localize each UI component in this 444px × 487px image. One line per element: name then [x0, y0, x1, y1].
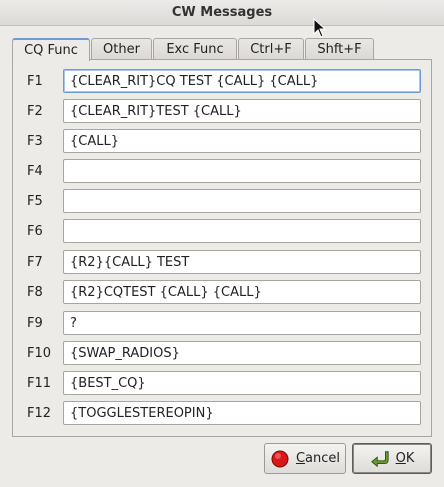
ok-label: OK: [395, 451, 415, 466]
message-row-f4: F4: [13, 159, 431, 183]
key-label-f5: F5: [27, 193, 43, 209]
key-label-f7: F7: [27, 254, 43, 270]
key-label-f10: F10: [27, 345, 52, 361]
ok-button[interactable]: OK: [352, 443, 432, 474]
message-row-f3: F3 {CALL}: [13, 129, 431, 153]
key-label-f1: F1: [27, 73, 43, 89]
message-row-f12: F12 {TOGGLESTEREOPIN}: [13, 401, 431, 425]
cw-messages-window: CW Messages CQ Func Other Exc Func Ctrl+…: [0, 0, 444, 487]
message-row-f7: F7 {R2}{CALL} TEST: [13, 250, 431, 274]
message-row-f9: F9 ?: [13, 311, 431, 335]
tab-exc-func[interactable]: Exc Func: [153, 38, 237, 60]
tab-shft-f[interactable]: Shft+F: [305, 38, 374, 60]
message-input-f8[interactable]: {R2}CQTEST {CALL} {CALL}: [63, 280, 421, 304]
message-input-f2[interactable]: {CLEAR_RIT}TEST {CALL}: [63, 99, 421, 123]
key-label-f12: F12: [27, 405, 52, 421]
message-input-f7[interactable]: {R2}{CALL} TEST: [63, 250, 421, 274]
message-input-f1[interactable]: {CLEAR_RIT}CQ TEST {CALL} {CALL}: [63, 69, 421, 93]
message-input-f5[interactable]: [63, 189, 421, 213]
message-row-f2: F2 {CLEAR_RIT}TEST {CALL}: [13, 99, 431, 123]
key-label-f11: F11: [27, 375, 52, 391]
tab-cq-func[interactable]: CQ Func: [12, 38, 90, 61]
message-row-f10: F10 {SWAP_RADIOS}: [13, 341, 431, 365]
message-input-f3[interactable]: {CALL}: [63, 129, 421, 153]
tab-other[interactable]: Other: [91, 38, 152, 60]
message-input-f4[interactable]: [63, 159, 421, 183]
message-row-f8: F8 {R2}CQTEST {CALL} {CALL}: [13, 280, 431, 304]
window-title: CW Messages: [171, 5, 273, 20]
key-label-f6: F6: [27, 223, 43, 239]
tab-bar: CQ Func Other Exc Func Ctrl+F Shft+F: [12, 38, 375, 61]
stop-icon: [270, 449, 290, 469]
cancel-label: Cancel: [295, 451, 341, 466]
message-input-f10[interactable]: {SWAP_RADIOS}: [63, 341, 421, 365]
return-arrow-icon: [370, 449, 390, 469]
key-label-f2: F2: [27, 103, 43, 119]
message-row-f6: F6: [13, 219, 431, 243]
cq-func-panel: F1 {CLEAR_RIT}CQ TEST {CALL} {CALL} F2 {…: [12, 59, 432, 437]
key-label-f4: F4: [27, 163, 43, 179]
message-input-f11[interactable]: {BEST_CQ}: [63, 371, 421, 395]
mouse-cursor-icon: [313, 18, 327, 38]
message-row-f5: F5: [13, 189, 431, 213]
message-input-f12[interactable]: {TOGGLESTEREOPIN}: [63, 401, 421, 425]
message-row-f1: F1 {CLEAR_RIT}CQ TEST {CALL} {CALL}: [13, 69, 431, 93]
message-row-f11: F11 {BEST_CQ}: [13, 371, 431, 395]
tab-ctrl-f[interactable]: Ctrl+F: [238, 38, 304, 60]
title-bar[interactable]: CW Messages: [0, 0, 444, 26]
key-label-f9: F9: [27, 315, 43, 331]
key-label-f8: F8: [27, 284, 43, 300]
cancel-button[interactable]: Cancel: [264, 443, 346, 474]
key-label-f3: F3: [27, 133, 43, 149]
message-input-f9[interactable]: ?: [63, 311, 421, 335]
message-input-f6[interactable]: [63, 219, 421, 243]
